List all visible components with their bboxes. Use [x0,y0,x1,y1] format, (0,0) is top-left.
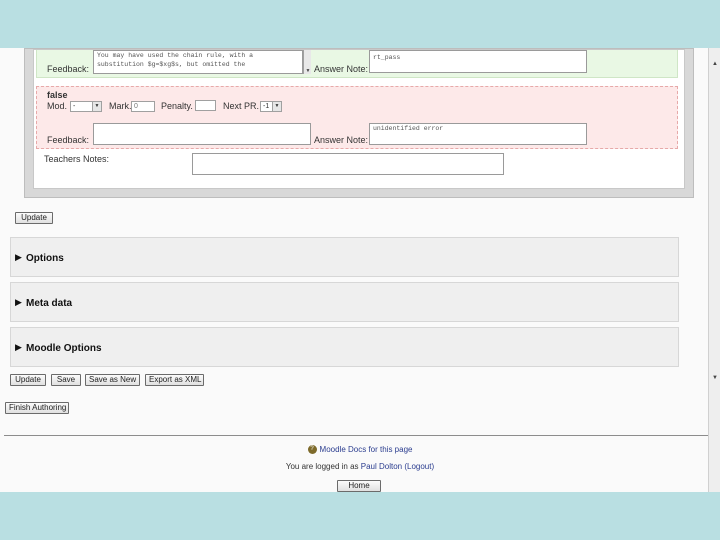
chevron-down-icon[interactable]: ▼ [92,102,101,111]
export-xml-button[interactable]: Export as XML [145,374,204,386]
triangle-right-icon[interactable]: ▶ [15,252,22,263]
logged-in-text: You are logged in as [285,462,359,471]
triangle-right-icon[interactable]: ▶ [15,297,22,308]
teachers-notes-textarea[interactable] [192,153,504,175]
chevron-down-icon[interactable]: ▼ [272,102,281,111]
next-pr-label: Next PR. [223,101,260,111]
section-options[interactable]: ▶ Options [10,237,679,277]
false-answer-note-label: Answer Note: [314,135,369,145]
save-as-new-button[interactable]: Save as New [85,374,140,386]
browser-content: Feedback: You may have used the chain ru… [0,48,720,492]
footer-divider [4,435,714,436]
false-answer-note-input[interactable]: unidentified error [369,123,587,145]
true-feedback-label: Feedback: [47,64,90,74]
response-tree-editor: Feedback: You may have used the chain ru… [24,48,694,198]
update-button-top[interactable]: Update [15,212,53,224]
true-answer-note-input[interactable]: rt_pass [369,50,587,73]
moodle-docs-link[interactable]: Moodle Docs for this page [320,445,413,454]
home-button[interactable]: Home [337,480,381,492]
finish-authoring-button[interactable]: Finish Authoring [5,402,69,414]
update-button[interactable]: Update [10,374,46,386]
help-icon: ? [307,445,317,455]
user-name-link[interactable]: Paul Dolton [361,462,402,471]
false-feedback-textarea[interactable] [93,123,311,145]
editor-inner-panel: Feedback: You may have used the chain ru… [33,49,685,189]
true-answer-note-label: Answer Note: [314,64,369,74]
false-branch-box: false Mod. - ▼ Mark. 0 Penalty. Next PR.… [36,86,678,149]
triangle-right-icon[interactable]: ▶ [15,342,22,353]
next-pr-select[interactable]: -1 ▼ [260,101,282,112]
scroll-down-icon[interactable]: ▼ [711,374,719,382]
teachers-notes-label: Teachers Notes: [44,154,110,164]
docs-link-row: ? Moodle Docs for this page [0,445,720,455]
section-meta-data[interactable]: ▶ Meta data [10,282,679,322]
mod-select-value: - [73,103,76,110]
mark-label: Mark. [109,101,132,111]
logout-link[interactable]: (Logout) [404,462,434,471]
false-feedback-label: Feedback: [47,135,90,145]
true-feedback-textarea[interactable]: You may have used the chain rule, with a… [93,50,303,74]
scroll-down-icon[interactable]: ▼ [304,68,312,74]
penalty-input[interactable] [195,100,216,111]
true-branch-box: Feedback: You may have used the chain ru… [36,50,678,78]
section-moodle-options[interactable]: ▶ Moodle Options [10,327,679,367]
penalty-label: Penalty. [161,101,193,111]
next-pr-select-value: -1 [263,103,270,110]
true-feedback-scrollbar[interactable]: ▼ [303,50,311,74]
section-title-options[interactable]: Options [26,253,64,264]
false-branch-title: false [47,90,68,100]
mod-select[interactable]: - ▼ [70,101,102,112]
mark-input[interactable]: 0 [131,101,155,112]
logged-in-row: You are logged in as Paul Dolton (Logout… [0,462,720,471]
section-title-moodle-options[interactable]: Moodle Options [26,343,102,354]
scroll-up-icon[interactable]: ▲ [711,60,719,68]
page-scrollbar[interactable]: ▲ ▼ [708,48,720,492]
section-title-meta-data[interactable]: Meta data [26,298,72,309]
mod-label: Mod. [47,101,68,111]
save-button[interactable]: Save [51,374,81,386]
